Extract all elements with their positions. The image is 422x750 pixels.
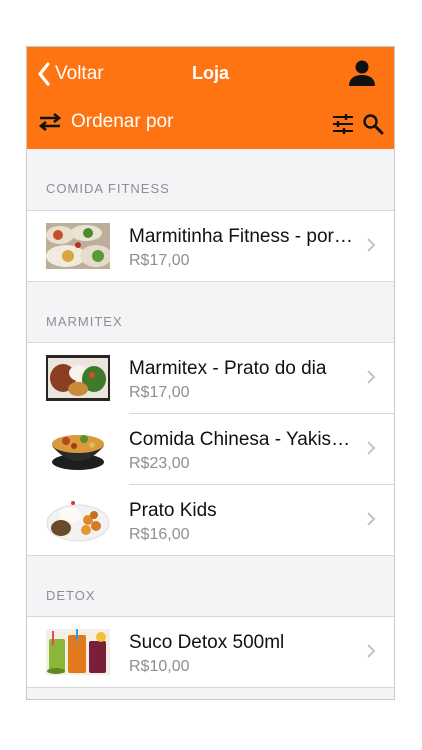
row-divider [27, 687, 394, 688]
item-price: R$23,00 [129, 455, 190, 472]
chevron-right-icon [367, 238, 376, 252]
item-name: Marmitex - Prato do dia [129, 358, 327, 379]
product-list: COMIDA FITNESS Marmitinha Fitness - porç… [27, 149, 394, 688]
top-bar: Voltar Loja Ordenar por [27, 47, 394, 149]
section-header: DETOX [27, 556, 394, 617]
food-thumbnail [46, 497, 110, 543]
swap-icon [38, 112, 62, 132]
food-thumbnail [46, 355, 110, 401]
food-thumbnail [46, 223, 110, 269]
sort-button[interactable]: Ordenar por [37, 111, 173, 133]
user-icon[interactable] [348, 59, 376, 87]
chevron-right-icon [367, 512, 376, 526]
item-price: R$17,00 [129, 252, 190, 269]
food-thumbnail [46, 629, 110, 675]
chevron-right-icon [367, 441, 376, 455]
section-header: MARMITEX [27, 282, 394, 343]
filter-icon[interactable] [332, 113, 354, 135]
list-item[interactable]: Prato Kids R$16,00 [27, 485, 394, 556]
food-thumbnail [46, 426, 110, 472]
list-item[interactable]: Comida Chinesa - Yakisoba R$23,00 [27, 414, 394, 485]
item-name: Marmitinha Fitness - porção 100g [129, 226, 355, 247]
app-screen: Voltar Loja Ordenar por COMIDA FITNESS M… [26, 46, 395, 700]
list-item[interactable]: Marmitinha Fitness - porção 100g R$17,00 [27, 211, 394, 282]
list-item[interactable]: Marmitex - Prato do dia R$17,00 [27, 343, 394, 414]
item-price: R$16,00 [129, 526, 190, 543]
item-price: R$10,00 [129, 658, 190, 675]
item-name: Suco Detox 500ml [129, 632, 285, 653]
item-name: Prato Kids [129, 500, 217, 521]
row-divider [27, 555, 394, 556]
search-icon[interactable] [362, 113, 384, 135]
chevron-right-icon [367, 370, 376, 384]
section-header: COMIDA FITNESS [27, 149, 394, 211]
chevron-right-icon [367, 644, 376, 658]
list-item[interactable]: Suco Detox 500ml R$10,00 [27, 617, 394, 688]
row-divider [27, 281, 394, 282]
item-price: R$17,00 [129, 384, 190, 401]
item-name: Comida Chinesa - Yakisoba [129, 429, 355, 450]
sort-label: Ordenar por [71, 111, 174, 132]
page-title: Loja [191, 63, 229, 83]
